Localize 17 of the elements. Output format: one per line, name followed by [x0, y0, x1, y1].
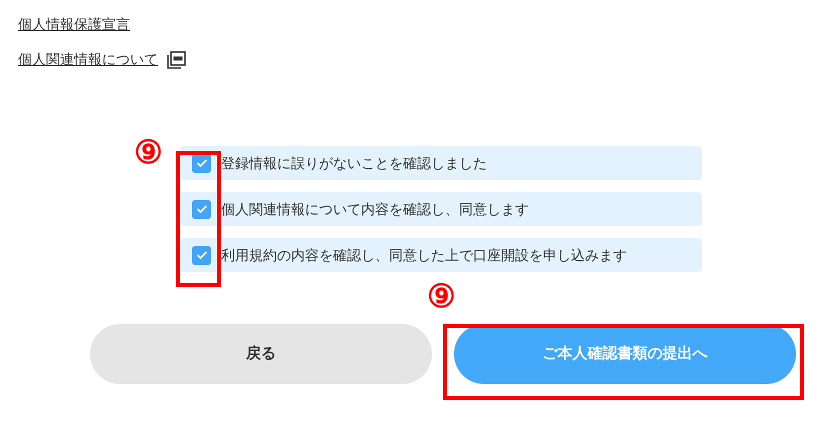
annotation-number: ⑨ [134, 136, 163, 168]
back-button[interactable]: 戻る [90, 324, 432, 384]
pdf-icon [166, 50, 186, 68]
agreement-label: 登録情報に誤りがないことを確認しました [221, 154, 487, 172]
check-icon [196, 158, 208, 168]
link[interactable]: 個人関連情報について [18, 49, 158, 70]
check-icon [196, 250, 208, 260]
annotation-number: ⑨ [427, 280, 456, 312]
checkbox[interactable] [192, 200, 211, 218]
agreement-label: 個人関連情報について内容を確認し、同意します [221, 200, 529, 218]
check-icon [196, 204, 208, 214]
agreement-row[interactable]: 登録情報に誤りがないことを確認しました [180, 146, 702, 180]
checkbox[interactable] [192, 246, 211, 264]
agreement-label: 利用規約の内容を確認し、同意した上で口座開設を申し込みます [221, 246, 627, 264]
agreement-row[interactable]: 利用規約の内容を確認し、同意した上で口座開設を申し込みます [180, 238, 702, 272]
agreement-row[interactable]: 個人関連情報について内容を確認し、同意します [180, 192, 702, 226]
link[interactable]: 個人情報保護宣言 [18, 14, 130, 35]
